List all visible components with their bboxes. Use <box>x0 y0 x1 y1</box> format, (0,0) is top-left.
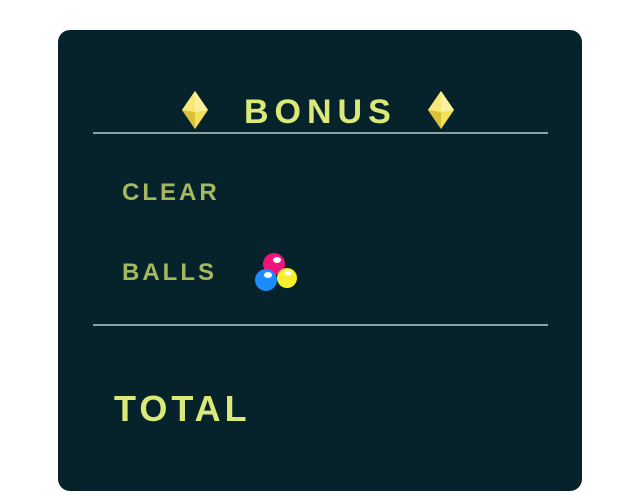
divider-top <box>93 132 548 134</box>
clear-label: CLEAR <box>122 179 220 206</box>
bonus-title: BONUS <box>244 93 397 131</box>
diamond-gem-icon <box>428 91 454 129</box>
three-balls-icon <box>255 253 297 291</box>
balls-label: BALLS <box>122 259 217 286</box>
total-label: TOTAL <box>114 388 251 429</box>
diamond-gem-icon <box>182 91 208 129</box>
title-row: BONUS <box>58 88 582 136</box>
bonus-panel: BONUS CLEAR BALLS TOTAL <box>58 30 582 491</box>
divider-bottom <box>93 324 548 326</box>
